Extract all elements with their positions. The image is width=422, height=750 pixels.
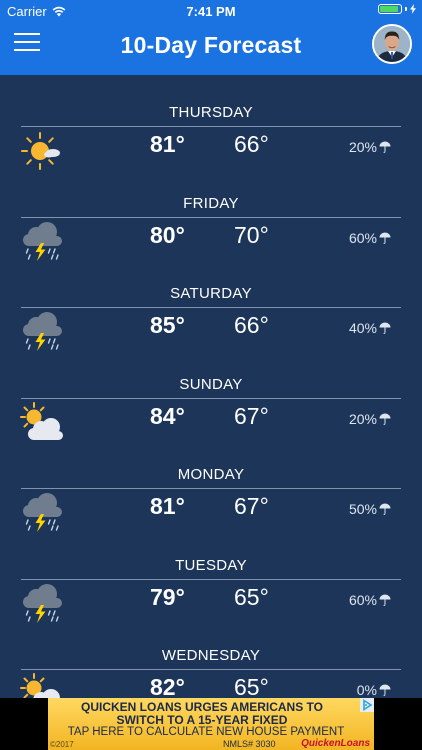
day-label: THURSDAY — [169, 104, 253, 121]
day-label: TUESDAY — [175, 557, 247, 574]
low-temp: 70° — [234, 222, 269, 248]
app-header: Carrier 7:41 PM 10-Day Forecast — [0, 0, 422, 75]
precip-value: 60% — [348, 230, 377, 246]
low-temp: 65° — [234, 584, 269, 610]
forecast-row-tuesday: TUESDAY 79° 65° 60% — [0, 528, 422, 618]
day-divider — [21, 579, 401, 580]
day-label: SATURDAY — [170, 285, 252, 302]
page-title: 10-Day Forecast — [120, 32, 302, 58]
day-label: MONDAY — [177, 466, 245, 483]
ad-headline-line2: SWITCH TO A 15-YEAR FIXED — [116, 713, 288, 727]
umbrella-icon — [379, 322, 391, 334]
day-label: FRIDAY — [183, 195, 239, 212]
ad-headline-line1: QUICKEN LOANS URGES AMERICANS TO — [80, 700, 323, 714]
high-temp: 82° — [150, 674, 185, 698]
precip-chance: 0% — [357, 682, 391, 698]
ad-choices-icon[interactable] — [360, 698, 374, 712]
status-time: 7:41 PM — [186, 4, 236, 19]
forecast-row-thursday: THURSDAY 81° 66° 20% — [0, 75, 422, 165]
umbrella-icon — [379, 413, 391, 425]
day-divider — [21, 669, 401, 670]
umbrella-icon — [379, 503, 391, 515]
avatar-portrait — [374, 26, 410, 62]
low-temp: 67° — [234, 493, 269, 519]
day-label: SUNDAY — [179, 376, 243, 393]
high-temp: 85° — [150, 312, 185, 338]
forecast-list[interactable]: THURSDAY 81° 66° 20% FRIDAY 80° 70° 60% … — [0, 75, 422, 698]
precip-value: 0% — [356, 682, 377, 698]
ad-nmls: NMLS# 3030 — [223, 739, 276, 749]
ad-copyright: ©2017 — [50, 740, 74, 749]
low-temp: 67° — [234, 403, 269, 429]
forecast-row-friday: FRIDAY 80° 70° 60% — [0, 166, 422, 256]
forecast-row-saturday: SATURDAY 85° 66° 40% — [0, 256, 422, 346]
partly-cloudy-icon — [20, 673, 66, 698]
day-divider — [21, 126, 401, 127]
day-label: WEDNESDAY — [161, 647, 261, 664]
ad-brand-logo: QuickenLoans — [301, 738, 370, 749]
day-divider — [21, 307, 401, 308]
umbrella-icon — [379, 141, 391, 153]
high-temp: 80° — [150, 222, 185, 248]
precip-chance: 20% — [349, 411, 391, 427]
high-temp: 84° — [150, 403, 185, 429]
precip-chance: 60% — [349, 230, 391, 246]
forecast-row-monday: MONDAY 81° 67° 50% — [0, 437, 422, 527]
ad-area: QUICKEN LOANS URGES AMERICANS TO SWITCH … — [0, 698, 422, 750]
battery-level-fill — [380, 6, 398, 12]
low-temp: 66° — [234, 131, 269, 157]
forecast-row-sunday: SUNDAY 84° 67° 20% — [0, 347, 422, 437]
forecast-row-wednesday: WEDNESDAY 82° 65° 0% — [0, 618, 422, 698]
day-divider — [21, 398, 401, 399]
ad-banner[interactable]: QUICKEN LOANS URGES AMERICANS TO SWITCH … — [48, 698, 374, 750]
low-temp: 66° — [234, 312, 269, 338]
precip-value: 50% — [348, 501, 377, 517]
umbrella-icon — [379, 684, 391, 696]
high-temp: 81° — [150, 493, 185, 519]
ad-call-to-action: TAP HERE TO CALCULATE NEW HOUSE PAYMENT — [67, 726, 345, 738]
precip-chance: 50% — [349, 501, 391, 517]
precip-value: 60% — [348, 592, 377, 608]
precip-value: 20% — [348, 139, 377, 155]
precip-value: 40% — [348, 320, 377, 336]
precip-chance: 20% — [349, 139, 391, 155]
battery-indicator — [378, 4, 416, 14]
high-temp: 79° — [150, 584, 185, 610]
low-temp: 65° — [234, 674, 269, 698]
precip-value: 20% — [348, 411, 377, 427]
day-divider — [21, 217, 401, 218]
profile-avatar[interactable] — [372, 24, 412, 64]
status-bar: Carrier 7:41 PM — [0, 0, 422, 22]
day-divider — [21, 488, 401, 489]
high-temp: 81° — [150, 131, 185, 157]
battery-icon — [378, 4, 402, 14]
umbrella-icon — [379, 232, 391, 244]
umbrella-icon — [379, 594, 391, 606]
precip-chance: 60% — [349, 592, 391, 608]
charging-bolt-icon — [410, 4, 416, 14]
precip-chance: 40% — [349, 320, 391, 336]
